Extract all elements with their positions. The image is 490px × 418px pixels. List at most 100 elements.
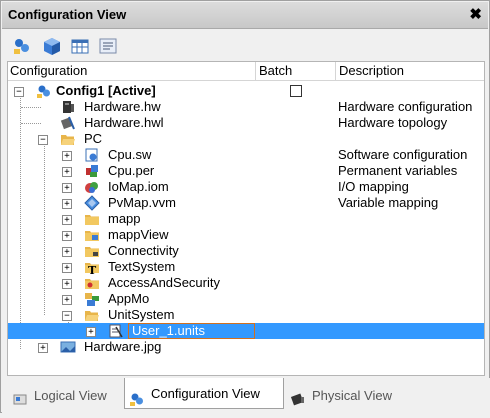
physical-view-icon bbox=[290, 389, 306, 405]
tab-label: Configuration View bbox=[151, 386, 260, 401]
tree-label: Hardware.jpg bbox=[84, 339, 162, 354]
tab-logical-view[interactable]: Logical View bbox=[12, 382, 107, 410]
tree-label: PvMap.vvm bbox=[108, 195, 176, 210]
tree-view: Configuration Batch Description − Config… bbox=[7, 61, 485, 376]
tree-description: Variable mapping bbox=[338, 195, 439, 210]
expand-toggle[interactable]: + bbox=[62, 279, 72, 289]
tree-label: mappView bbox=[108, 227, 169, 242]
tree-row-config1[interactable]: − Config1 [Active] bbox=[8, 83, 484, 99]
tree-label: Cpu.sw bbox=[108, 147, 152, 162]
tree-row-hardware-hwl[interactable]: Hardware.hwl Hardware topology bbox=[8, 115, 484, 131]
collapse-toggle[interactable]: − bbox=[14, 87, 24, 97]
tree-row-appmo[interactable]: + AppMo bbox=[8, 291, 484, 307]
expand-toggle[interactable]: + bbox=[62, 263, 72, 273]
tree-label: Cpu.per bbox=[108, 163, 155, 178]
folder-icon bbox=[84, 211, 100, 227]
units-file-icon bbox=[108, 323, 124, 339]
view-tabs: Logical View Configuration View Physical… bbox=[2, 378, 490, 413]
tree-label: Config1 [Active] bbox=[56, 83, 156, 98]
tab-label: Physical View bbox=[312, 388, 392, 403]
tree-label: Connectivity bbox=[108, 243, 179, 258]
expand-toggle[interactable]: + bbox=[86, 327, 96, 337]
tree-label: UnitSystem bbox=[108, 307, 175, 322]
toolbar bbox=[2, 29, 488, 61]
tree-row-cpu-per[interactable]: + Cpu.per Permanent variables bbox=[8, 163, 484, 179]
column-separator[interactable] bbox=[255, 62, 256, 80]
tree-row-unitsystem[interactable]: − UnitSystem bbox=[8, 307, 484, 323]
expand-toggle[interactable]: + bbox=[62, 295, 72, 305]
close-icon[interactable]: ✖ bbox=[469, 5, 482, 23]
tab-physical-view[interactable]: Physical View bbox=[290, 382, 392, 410]
security-folder-icon bbox=[84, 275, 100, 291]
column-batch[interactable]: Batch bbox=[257, 63, 292, 79]
configuration-view-icon bbox=[129, 387, 145, 406]
tree-description: Hardware configuration bbox=[338, 99, 473, 114]
tree-label: TextSystem bbox=[108, 259, 176, 274]
folder-open-icon bbox=[84, 307, 100, 323]
tree-label: Hardware.hw bbox=[84, 99, 161, 114]
column-header: Configuration Batch Description bbox=[8, 62, 484, 81]
batch-checkbox[interactable] bbox=[290, 85, 302, 97]
tree-row-textsystem[interactable]: + T TextSystem bbox=[8, 259, 484, 277]
tree-label: AccessAndSecurity bbox=[108, 275, 220, 290]
text-system-icon: T bbox=[84, 259, 100, 277]
tree-guide bbox=[21, 107, 41, 108]
tree-label: mapp bbox=[108, 211, 141, 226]
image-icon bbox=[60, 339, 76, 355]
tree-row-connectivity[interactable]: + Connectivity bbox=[8, 243, 484, 259]
folder-open-icon bbox=[60, 131, 76, 147]
tree-row-mapp[interactable]: + mapp bbox=[8, 211, 484, 227]
tree-label: AppMo bbox=[108, 291, 150, 306]
io-mapping-icon bbox=[84, 179, 100, 195]
list-icon[interactable] bbox=[98, 36, 118, 56]
table-icon[interactable] bbox=[70, 36, 90, 56]
column-configuration[interactable]: Configuration bbox=[8, 63, 87, 79]
cube-icon[interactable] bbox=[42, 36, 62, 56]
tab-label: Logical View bbox=[34, 388, 107, 403]
expand-toggle[interactable]: + bbox=[62, 215, 72, 225]
tree-row-iomap[interactable]: + IoMap.iom I/O mapping bbox=[8, 179, 484, 195]
title-bar: Configuration View ✖ bbox=[2, 2, 488, 29]
permanent-variables-icon bbox=[84, 163, 100, 179]
logical-view-icon bbox=[12, 389, 28, 405]
column-separator[interactable] bbox=[335, 62, 336, 80]
config-icon[interactable] bbox=[12, 36, 32, 56]
tree-label: IoMap.iom bbox=[108, 179, 169, 194]
tree-row-pc[interactable]: − PC bbox=[8, 131, 484, 147]
expand-toggle[interactable]: + bbox=[62, 183, 72, 193]
hardware-icon bbox=[60, 99, 76, 115]
tab-configuration-view[interactable]: Configuration View bbox=[124, 378, 284, 409]
expand-toggle[interactable]: + bbox=[62, 151, 72, 161]
tree-description: Permanent variables bbox=[338, 163, 458, 178]
tree-row-accessandsecurity[interactable]: + AccessAndSecurity bbox=[8, 275, 484, 291]
tree-description: Software configuration bbox=[338, 147, 468, 162]
tree-description: Hardware topology bbox=[338, 115, 448, 130]
tree-row-hardware-hw[interactable]: Hardware.hw Hardware configuration bbox=[8, 99, 484, 115]
tree-row-hardware-jpg[interactable]: + Hardware.jpg bbox=[8, 339, 484, 355]
collapse-toggle[interactable]: − bbox=[62, 311, 72, 321]
tree-label: PC bbox=[84, 131, 103, 146]
configuration-view-panel: Configuration View ✖ Configuration Batch… bbox=[0, 0, 490, 413]
collapse-toggle[interactable]: − bbox=[38, 135, 48, 145]
config-icon bbox=[36, 83, 52, 99]
expand-toggle[interactable]: + bbox=[62, 231, 72, 241]
software-config-icon bbox=[84, 147, 100, 163]
variable-mapping-icon bbox=[84, 195, 100, 211]
tree-guide bbox=[21, 123, 41, 124]
tree-description: I/O mapping bbox=[338, 179, 409, 194]
window-title: Configuration View bbox=[8, 7, 127, 22]
svg-text:T: T bbox=[88, 264, 97, 275]
appmo-icon bbox=[84, 291, 100, 307]
rename-input[interactable]: User_1.units bbox=[128, 323, 255, 339]
tree-row-pvmap[interactable]: + PvMap.vvm Variable mapping bbox=[8, 195, 484, 211]
tree-row-mappview[interactable]: + mappView bbox=[8, 227, 484, 243]
expand-toggle[interactable]: + bbox=[62, 199, 72, 209]
tree-label: Hardware.hwl bbox=[84, 115, 164, 130]
expand-toggle[interactable]: + bbox=[38, 343, 48, 353]
folder-icon bbox=[84, 227, 100, 243]
column-description[interactable]: Description bbox=[337, 63, 404, 79]
tree-row-cpu-sw[interactable]: + Cpu.sw Software configuration bbox=[8, 147, 484, 163]
tree-row-user-units[interactable]: + User_1.units bbox=[8, 323, 484, 339]
expand-toggle[interactable]: + bbox=[62, 247, 72, 257]
expand-toggle[interactable]: + bbox=[62, 167, 72, 177]
